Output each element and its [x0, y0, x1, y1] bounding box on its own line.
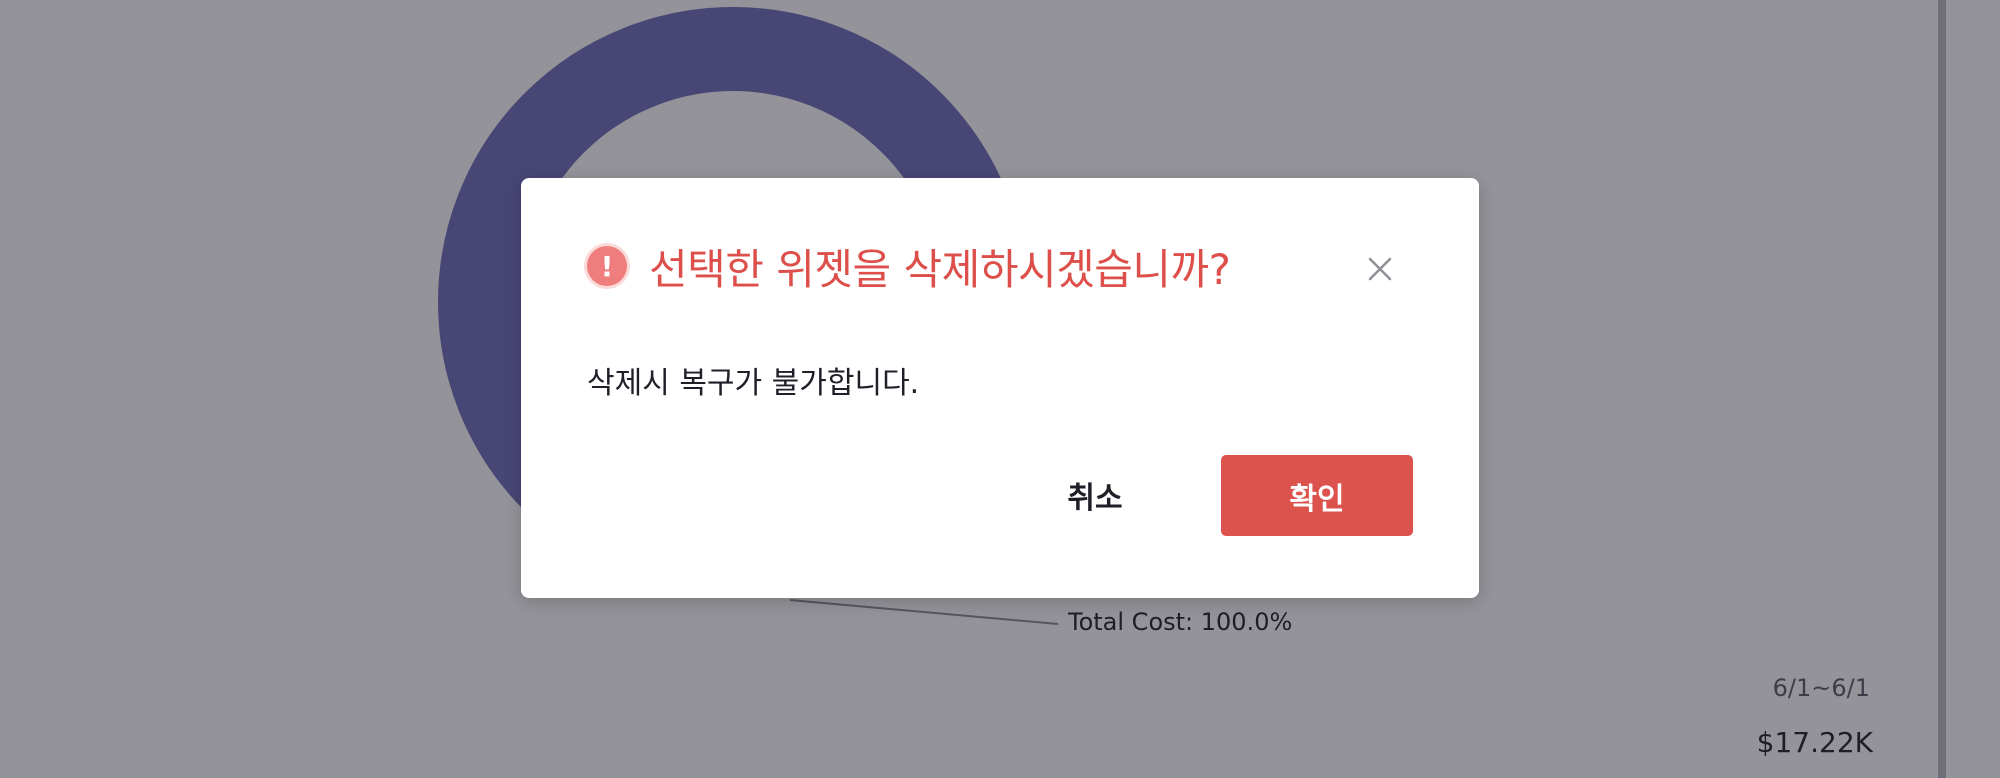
confirm-button[interactable]: 확인	[1221, 455, 1413, 536]
dialog-title: 선택한 위젯을 삭제하시겠습니까?	[649, 244, 1231, 294]
exclamation-circle-icon: !	[587, 246, 627, 286]
dashboard-page: Total Cost: 100.0% 6/1~6/1 $17.22K ! 선택한…	[0, 0, 2000, 778]
dialog-message: 삭제시 복구가 불가합니다.	[587, 366, 920, 401]
close-button[interactable]	[1367, 256, 1393, 282]
dialog-header: ! 선택한 위젯을 삭제하시겠습니까?	[587, 238, 1231, 294]
cancel-button[interactable]: 취소	[1015, 455, 1175, 535]
close-icon	[1368, 257, 1392, 281]
delete-widget-dialog: ! 선택한 위젯을 삭제하시겠습니까? 삭제시 복구가 불가합니다. 취소 확인	[521, 178, 1479, 598]
